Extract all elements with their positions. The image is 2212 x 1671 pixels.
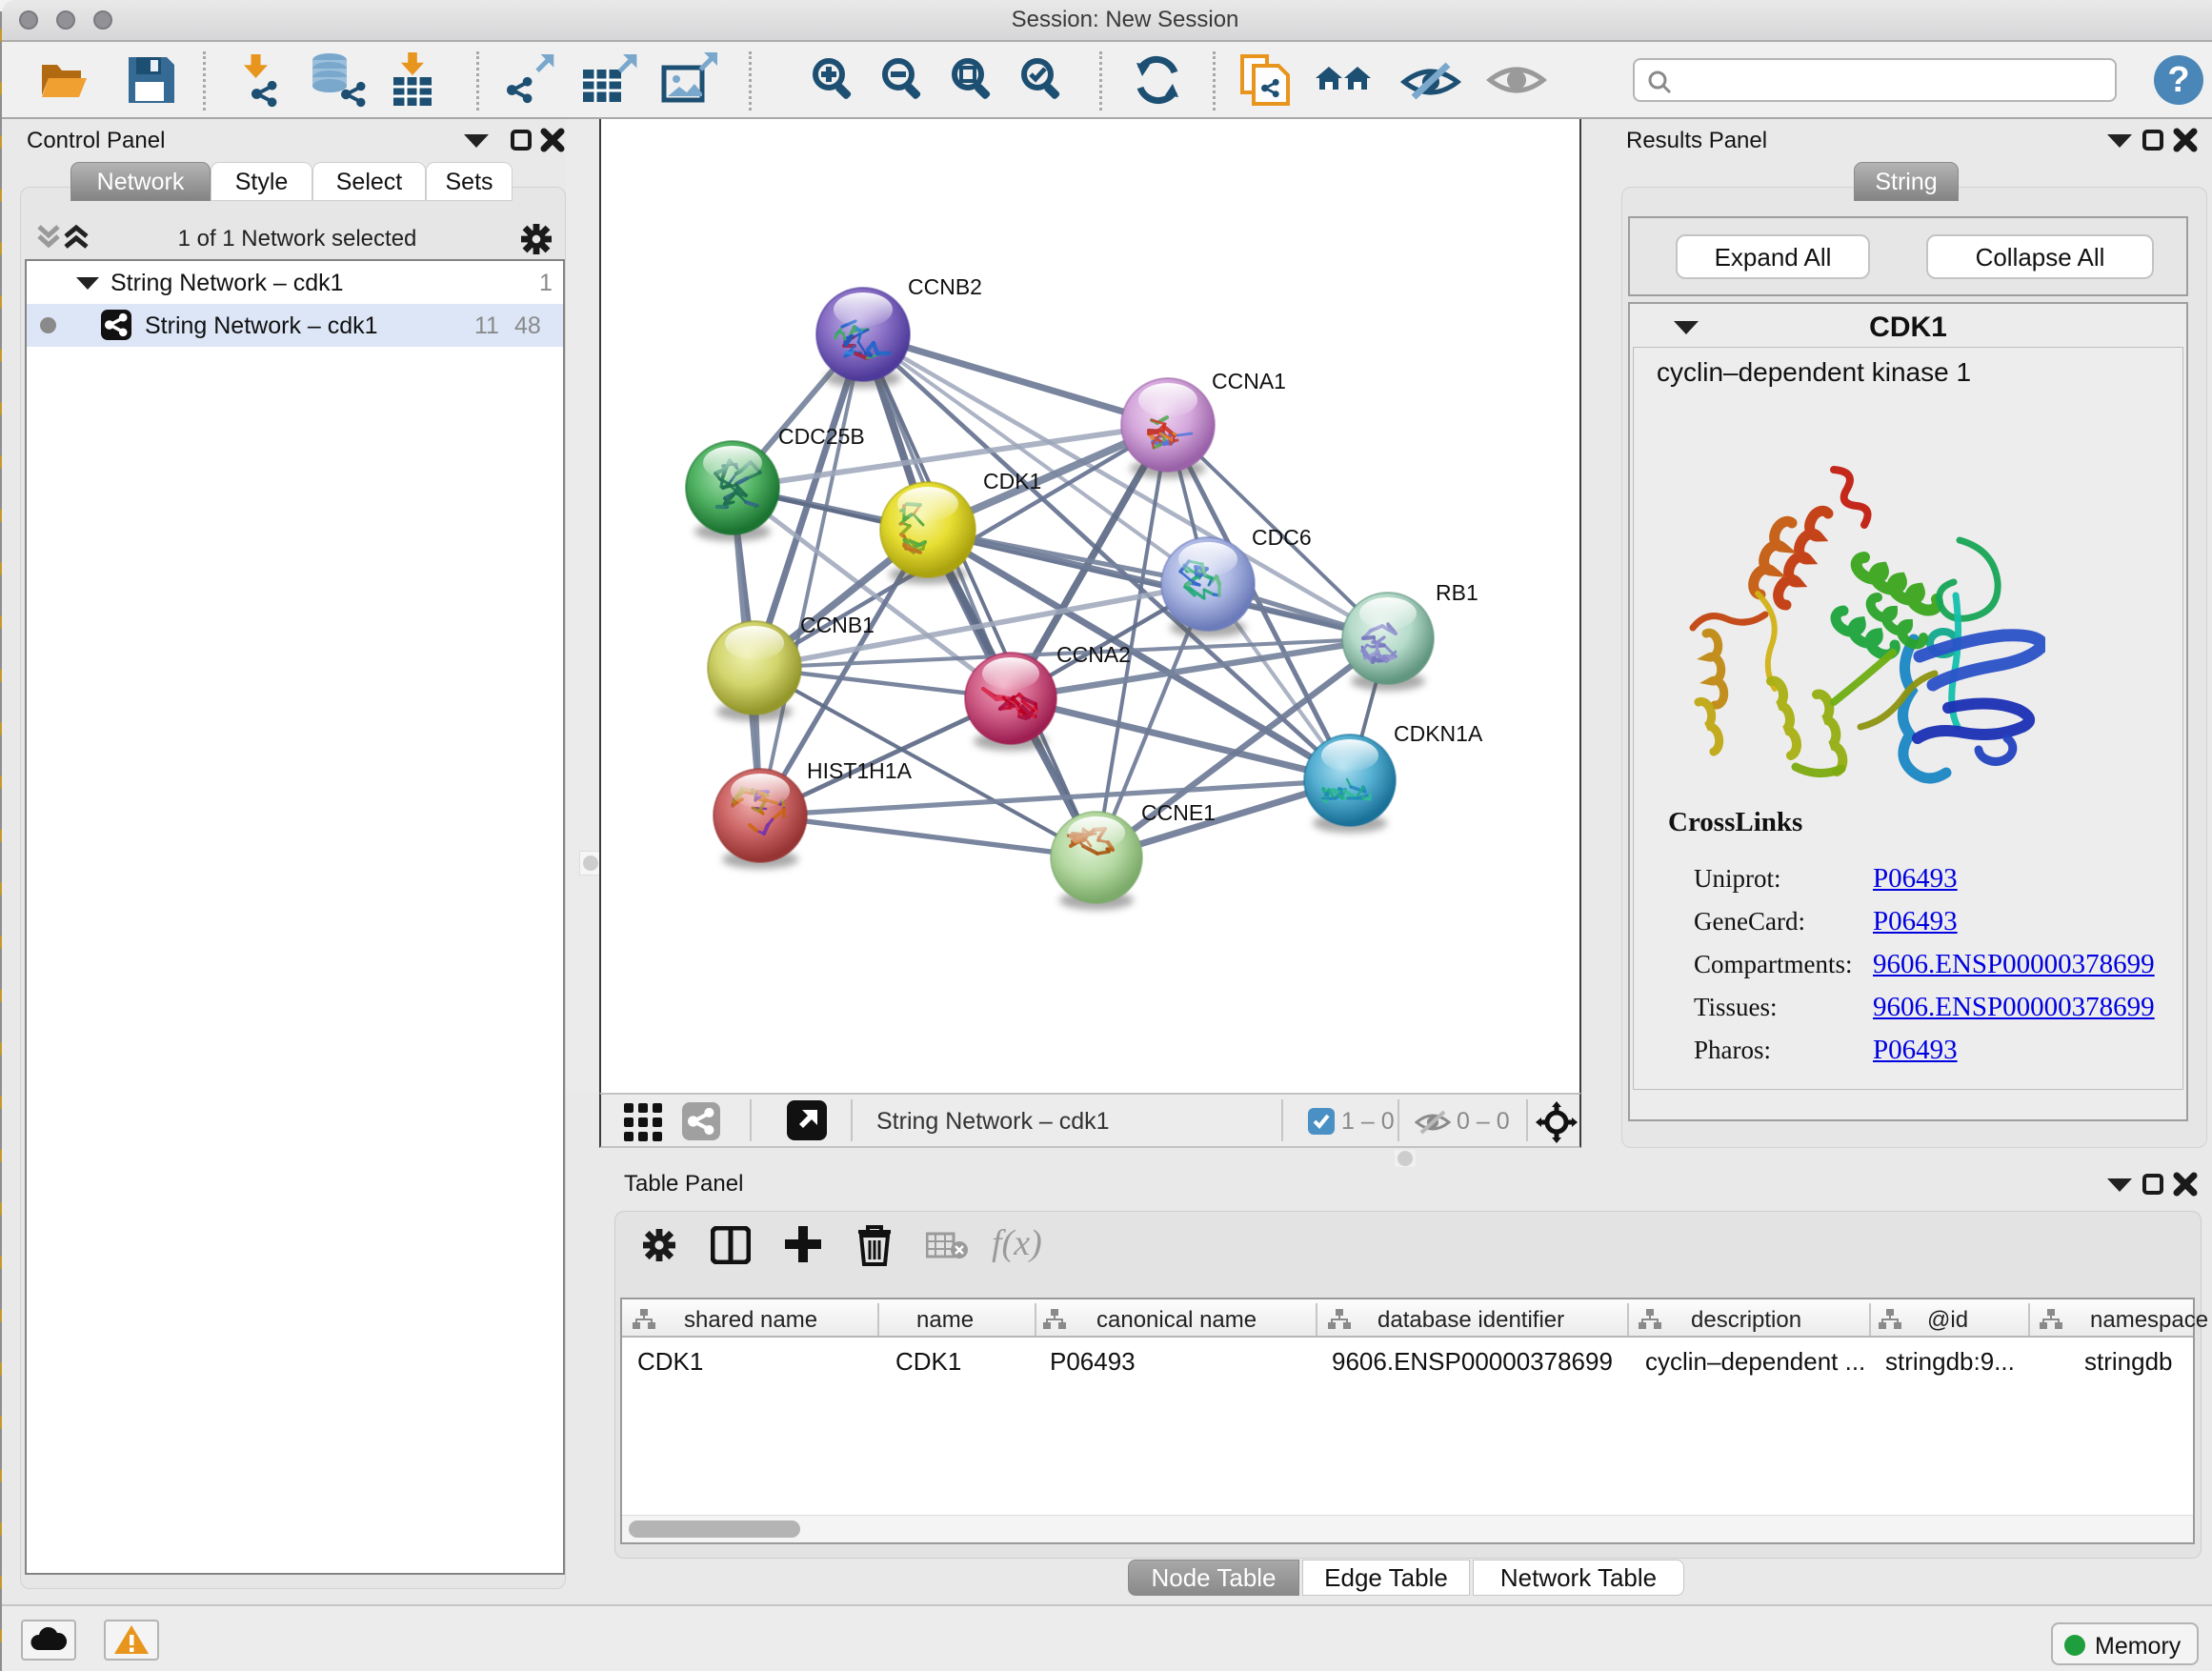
svg-text:RB1: RB1 [1436, 580, 1478, 605]
svg-text:CCNA2: CCNA2 [1056, 642, 1131, 667]
svg-text:HIST1H1A: HIST1H1A [807, 758, 913, 783]
svg-text:CCNE1: CCNE1 [1141, 800, 1216, 825]
svg-text:CDK1: CDK1 [983, 469, 1041, 493]
svg-text:CCNA1: CCNA1 [1212, 369, 1286, 393]
svg-text:CDKN1A: CDKN1A [1394, 721, 1483, 746]
svg-text:CCNB1: CCNB1 [800, 613, 875, 637]
svg-text:CDC6: CDC6 [1252, 525, 1312, 550]
svg-text:CDC25B: CDC25B [778, 424, 865, 449]
svg-text:CCNB2: CCNB2 [908, 274, 982, 299]
